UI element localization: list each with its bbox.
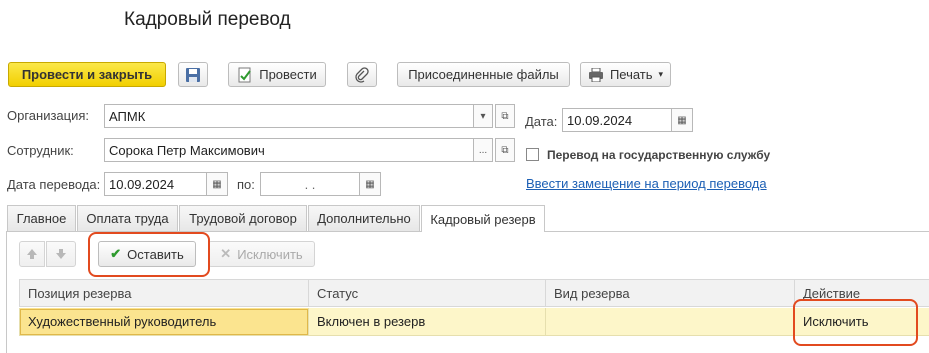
save-button[interactable]	[178, 62, 208, 87]
cell-text: Художественный руководитель	[28, 314, 217, 329]
tab-label: Оплата труда	[86, 211, 169, 226]
employee-value: Сорока Петр Максимович	[109, 142, 265, 158]
printer-icon	[588, 67, 603, 82]
highlight-keep-button	[88, 232, 210, 277]
arrow-up-icon	[27, 249, 37, 259]
organization-dropdown-icon[interactable]: ▾	[473, 104, 493, 128]
employee-field[interactable]: Сорока Петр Максимович	[104, 138, 474, 162]
calendar-icon[interactable]: ▦	[359, 172, 381, 196]
transfer-date-value: 10.09.2024	[109, 176, 175, 192]
tab-personnel-reserve[interactable]: Кадровый резерв	[421, 205, 545, 232]
post-and-close-label: Провести и закрыть	[21, 67, 153, 82]
date-label: Дата:	[525, 114, 558, 129]
attached-files-label: Присоединенные файлы	[408, 67, 559, 82]
employee-select-icon[interactable]: ...	[473, 138, 493, 162]
transfer-date-label: Дата перевода:	[7, 177, 101, 192]
print-label: Печать	[609, 67, 653, 82]
tab-label: Дополнительно	[317, 211, 411, 226]
organization-open-icon[interactable]: ⧉	[495, 104, 515, 128]
arrow-down-icon	[56, 249, 66, 259]
civil-service-checkbox[interactable]	[526, 148, 539, 161]
tab-contract[interactable]: Трудовой договор	[179, 205, 307, 231]
post-and-close-button[interactable]: Провести и закрыть	[8, 62, 166, 87]
employee-label: Сотрудник:	[7, 143, 74, 158]
column-header-label: Вид резерва	[554, 285, 630, 301]
move-down-button[interactable]	[46, 241, 76, 267]
close-icon: ✕	[220, 246, 232, 261]
tab-label: Трудовой договор	[189, 211, 297, 226]
table-cell-status[interactable]: Включен в резерв	[309, 308, 546, 336]
employee-open-icon[interactable]: ⧉	[495, 138, 515, 162]
post-document-icon	[238, 67, 252, 82]
column-header-position[interactable]: Позиция резерва	[19, 279, 309, 307]
tab-label: Главное	[16, 211, 67, 226]
to-date-field[interactable]: . .	[260, 172, 360, 196]
calendar-icon[interactable]: ▦	[671, 108, 693, 132]
to-date-value: . .	[304, 176, 316, 192]
transfer-date-field[interactable]: 10.09.2024	[104, 172, 208, 196]
highlight-action-cell	[793, 299, 918, 346]
date-field[interactable]: 10.09.2024	[562, 108, 672, 132]
exclude-button[interactable]: ✕ Исключить	[208, 241, 315, 267]
attached-files-button[interactable]: Присоединенные файлы	[397, 62, 570, 87]
date-value: 10.09.2024	[567, 112, 633, 128]
print-button[interactable]: Печать ▾	[580, 62, 671, 87]
tab-additional[interactable]: Дополнительно	[308, 205, 420, 231]
calendar-icon[interactable]: ▦	[206, 172, 228, 196]
floppy-disk-icon	[186, 67, 200, 82]
column-header-label: Статус	[317, 285, 359, 301]
attach-button[interactable]	[347, 62, 377, 87]
chevron-down-icon: ▾	[658, 69, 664, 79]
exclude-label: Исключить	[237, 246, 303, 262]
organization-value: АПМК	[109, 108, 146, 124]
column-header-status[interactable]: Статус	[309, 279, 546, 307]
column-header-kind[interactable]: Вид резерва	[546, 279, 795, 307]
organization-field[interactable]: АПМК	[104, 104, 474, 128]
replacement-link[interactable]: Ввести замещение на период перевода	[526, 176, 767, 191]
post-button-label: Провести	[259, 67, 317, 82]
post-button[interactable]: Провести	[228, 62, 326, 87]
move-up-button[interactable]	[19, 241, 45, 267]
organization-label: Организация:	[7, 108, 90, 123]
to-date-label: по:	[237, 177, 255, 192]
paperclip-icon	[355, 66, 369, 83]
tab-main[interactable]: Главное	[7, 205, 76, 231]
column-header-label: Позиция резерва	[28, 285, 132, 301]
cell-text: Включен в резерв	[317, 314, 426, 329]
civil-service-label: Перевод на государственную службу	[547, 148, 771, 162]
tab-payment[interactable]: Оплата труда	[77, 205, 178, 231]
table-cell-position[interactable]: Художественный руководитель	[19, 308, 309, 336]
table-cell-kind[interactable]	[546, 308, 795, 336]
tab-label: Кадровый резерв	[430, 211, 536, 227]
page-title: Кадровый перевод	[124, 9, 291, 30]
